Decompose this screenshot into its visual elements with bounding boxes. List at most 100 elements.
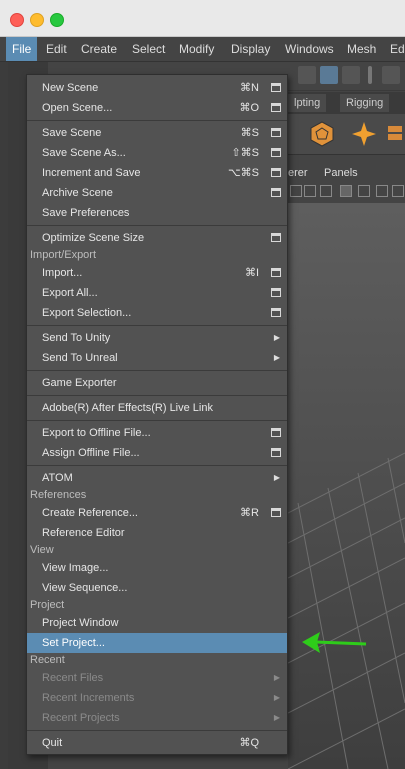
menu-item-atom[interactable]: ATOM ▶: [27, 468, 287, 488]
main-menubar: File Edit Create Select Modify Display W…: [0, 37, 405, 62]
menu-item-export-all[interactable]: Export All...: [27, 283, 287, 303]
select-by-object-icon[interactable]: [320, 66, 338, 84]
menu-item-label: Save Scene As...: [42, 147, 126, 159]
menu-item-send-to-unity[interactable]: Send To Unity ▶: [27, 328, 287, 348]
close-window-button[interactable]: [10, 13, 24, 27]
menu-item-view-image[interactable]: View Image...: [27, 558, 287, 578]
menu-item-set-project[interactable]: Set Project...: [27, 633, 287, 653]
menu-modify[interactable]: Modify: [179, 37, 214, 61]
menu-item-recent-files[interactable]: Recent Files ▶: [27, 668, 287, 688]
status-toolbar: [288, 62, 405, 91]
camera-attr-icon[interactable]: [290, 185, 302, 197]
option-box-icon[interactable]: [271, 188, 281, 197]
menu-item-after-effects-live-link[interactable]: Adobe(R) After Effects(R) Live Link: [27, 398, 287, 418]
menu-edit-mesh[interactable]: Edi: [390, 37, 405, 61]
option-box-icon[interactable]: [271, 148, 281, 157]
minimize-window-button[interactable]: [30, 13, 44, 27]
menu-item-project-window[interactable]: Project Window: [27, 613, 287, 633]
viewport-3d[interactable]: [288, 203, 405, 769]
green-arrow-pointer-icon: [302, 632, 367, 653]
film-gate-icon[interactable]: [304, 185, 316, 197]
polygon-platonic-icon[interactable]: [308, 120, 336, 148]
menu-item-save-scene-as[interactable]: Save Scene As... ⇧⌘S: [27, 143, 287, 163]
menu-item-import[interactable]: Import... ⌘I: [27, 263, 287, 283]
menu-item-label: Recent Files: [42, 672, 104, 684]
menu-separator: [27, 730, 287, 731]
menu-item-optimize-scene[interactable]: Optimize Scene Size: [27, 228, 287, 248]
menu-item-create-reference[interactable]: Create Reference... ⌘R: [27, 503, 287, 523]
section-header-recent: Recent: [30, 654, 65, 666]
field-chart-icon[interactable]: [358, 185, 370, 197]
option-box-icon[interactable]: [271, 128, 281, 137]
menu-item-send-to-unreal[interactable]: Send To Unreal ▶: [27, 348, 287, 368]
option-box-icon[interactable]: [271, 288, 281, 297]
zoom-window-button[interactable]: [50, 13, 64, 27]
menu-panels[interactable]: Panels: [324, 164, 358, 182]
option-box-icon[interactable]: [271, 428, 281, 437]
menu-item-game-exporter[interactable]: Game Exporter: [27, 373, 287, 393]
menu-edit[interactable]: Edit: [46, 37, 67, 61]
menu-item-label: Open Scene...: [42, 102, 113, 114]
menu-item-assign-offline[interactable]: Assign Offline File...: [27, 443, 287, 463]
snap-grid-icon[interactable]: [382, 66, 400, 84]
option-box-icon[interactable]: [271, 268, 281, 277]
menu-item-recent-projects[interactable]: Recent Projects ▶: [27, 708, 287, 728]
resolution-gate-icon[interactable]: [320, 185, 332, 197]
menu-item-quit[interactable]: Quit ⌘Q: [27, 733, 287, 753]
shortcut-label: ⌘R: [240, 507, 259, 519]
menu-item-recent-increments[interactable]: Recent Increments ▶: [27, 688, 287, 708]
menu-separator: [27, 225, 287, 226]
option-box-icon[interactable]: [271, 168, 281, 177]
menu-item-export-offline[interactable]: Export to Offline File...: [27, 423, 287, 443]
section-header-references: References: [30, 489, 87, 501]
menu-item-label: Increment and Save: [42, 167, 141, 179]
menu-separator: [27, 420, 287, 421]
shelf-tabs: lpting Rigging: [288, 92, 405, 114]
menu-item-export-selection[interactable]: Export Selection...: [27, 303, 287, 323]
menu-item-label: Reference Editor: [42, 527, 125, 539]
tab-sculpting[interactable]: lpting: [288, 94, 327, 112]
menu-item-label: Set Project...: [42, 637, 105, 649]
submenu-arrow-icon: ▶: [273, 713, 280, 722]
option-box-icon[interactable]: [271, 308, 281, 317]
menu-create[interactable]: Create: [81, 37, 117, 61]
option-box-icon[interactable]: [271, 448, 281, 457]
submenu-arrow-icon: ▶: [273, 693, 280, 702]
menu-file[interactable]: File: [6, 37, 38, 61]
select-by-component-icon[interactable]: [342, 66, 360, 84]
menu-item-label: Archive Scene: [42, 187, 113, 199]
menu-item-reference-editor[interactable]: Reference Editor: [27, 523, 287, 543]
menu-display[interactable]: Display: [231, 37, 270, 61]
menu-item-save-preferences[interactable]: Save Preferences: [27, 203, 287, 223]
tab-rigging[interactable]: Rigging: [340, 94, 390, 112]
brick-tool-icon[interactable]: [386, 122, 405, 148]
text-icon[interactable]: [392, 185, 404, 197]
menu-item-increment-save[interactable]: Increment and Save ⌥⌘S: [27, 163, 287, 183]
option-box-icon[interactable]: [271, 508, 281, 517]
menu-item-label: Export All...: [42, 287, 98, 299]
menu-item-open-scene[interactable]: Open Scene... ⌘O: [27, 98, 287, 118]
menu-item-label: Recent Increments: [42, 692, 135, 704]
sparkle-icon[interactable]: [350, 120, 378, 148]
submenu-arrow-icon: ▶: [273, 673, 280, 682]
left-edge-strip: [0, 62, 8, 769]
shortcut-label: ⇧⌘S: [231, 147, 259, 159]
option-box-icon[interactable]: [271, 233, 281, 242]
select-by-hierarchy-icon[interactable]: [298, 66, 316, 84]
menu-item-save-scene[interactable]: Save Scene ⌘S: [27, 123, 287, 143]
section-header-import-export: Import/Export: [30, 249, 97, 261]
menu-separator: [27, 120, 287, 121]
menu-item-archive-scene[interactable]: Archive Scene: [27, 183, 287, 203]
gate-mask-icon[interactable]: [340, 185, 352, 197]
menu-item-new-scene[interactable]: New Scene ⌘N: [27, 78, 287, 98]
option-box-icon[interactable]: [271, 103, 281, 112]
menu-item-view-sequence[interactable]: View Sequence...: [27, 578, 287, 598]
safe-action-icon[interactable]: [376, 185, 388, 197]
menu-renderer[interactable]: erer: [288, 164, 308, 182]
menu-select[interactable]: Select: [132, 37, 165, 61]
menu-item-label: Send To Unity: [42, 332, 111, 344]
submenu-arrow-icon: ▶: [273, 333, 280, 342]
menu-mesh[interactable]: Mesh: [347, 37, 376, 61]
menu-windows[interactable]: Windows: [285, 37, 334, 61]
option-box-icon[interactable]: [271, 83, 281, 92]
